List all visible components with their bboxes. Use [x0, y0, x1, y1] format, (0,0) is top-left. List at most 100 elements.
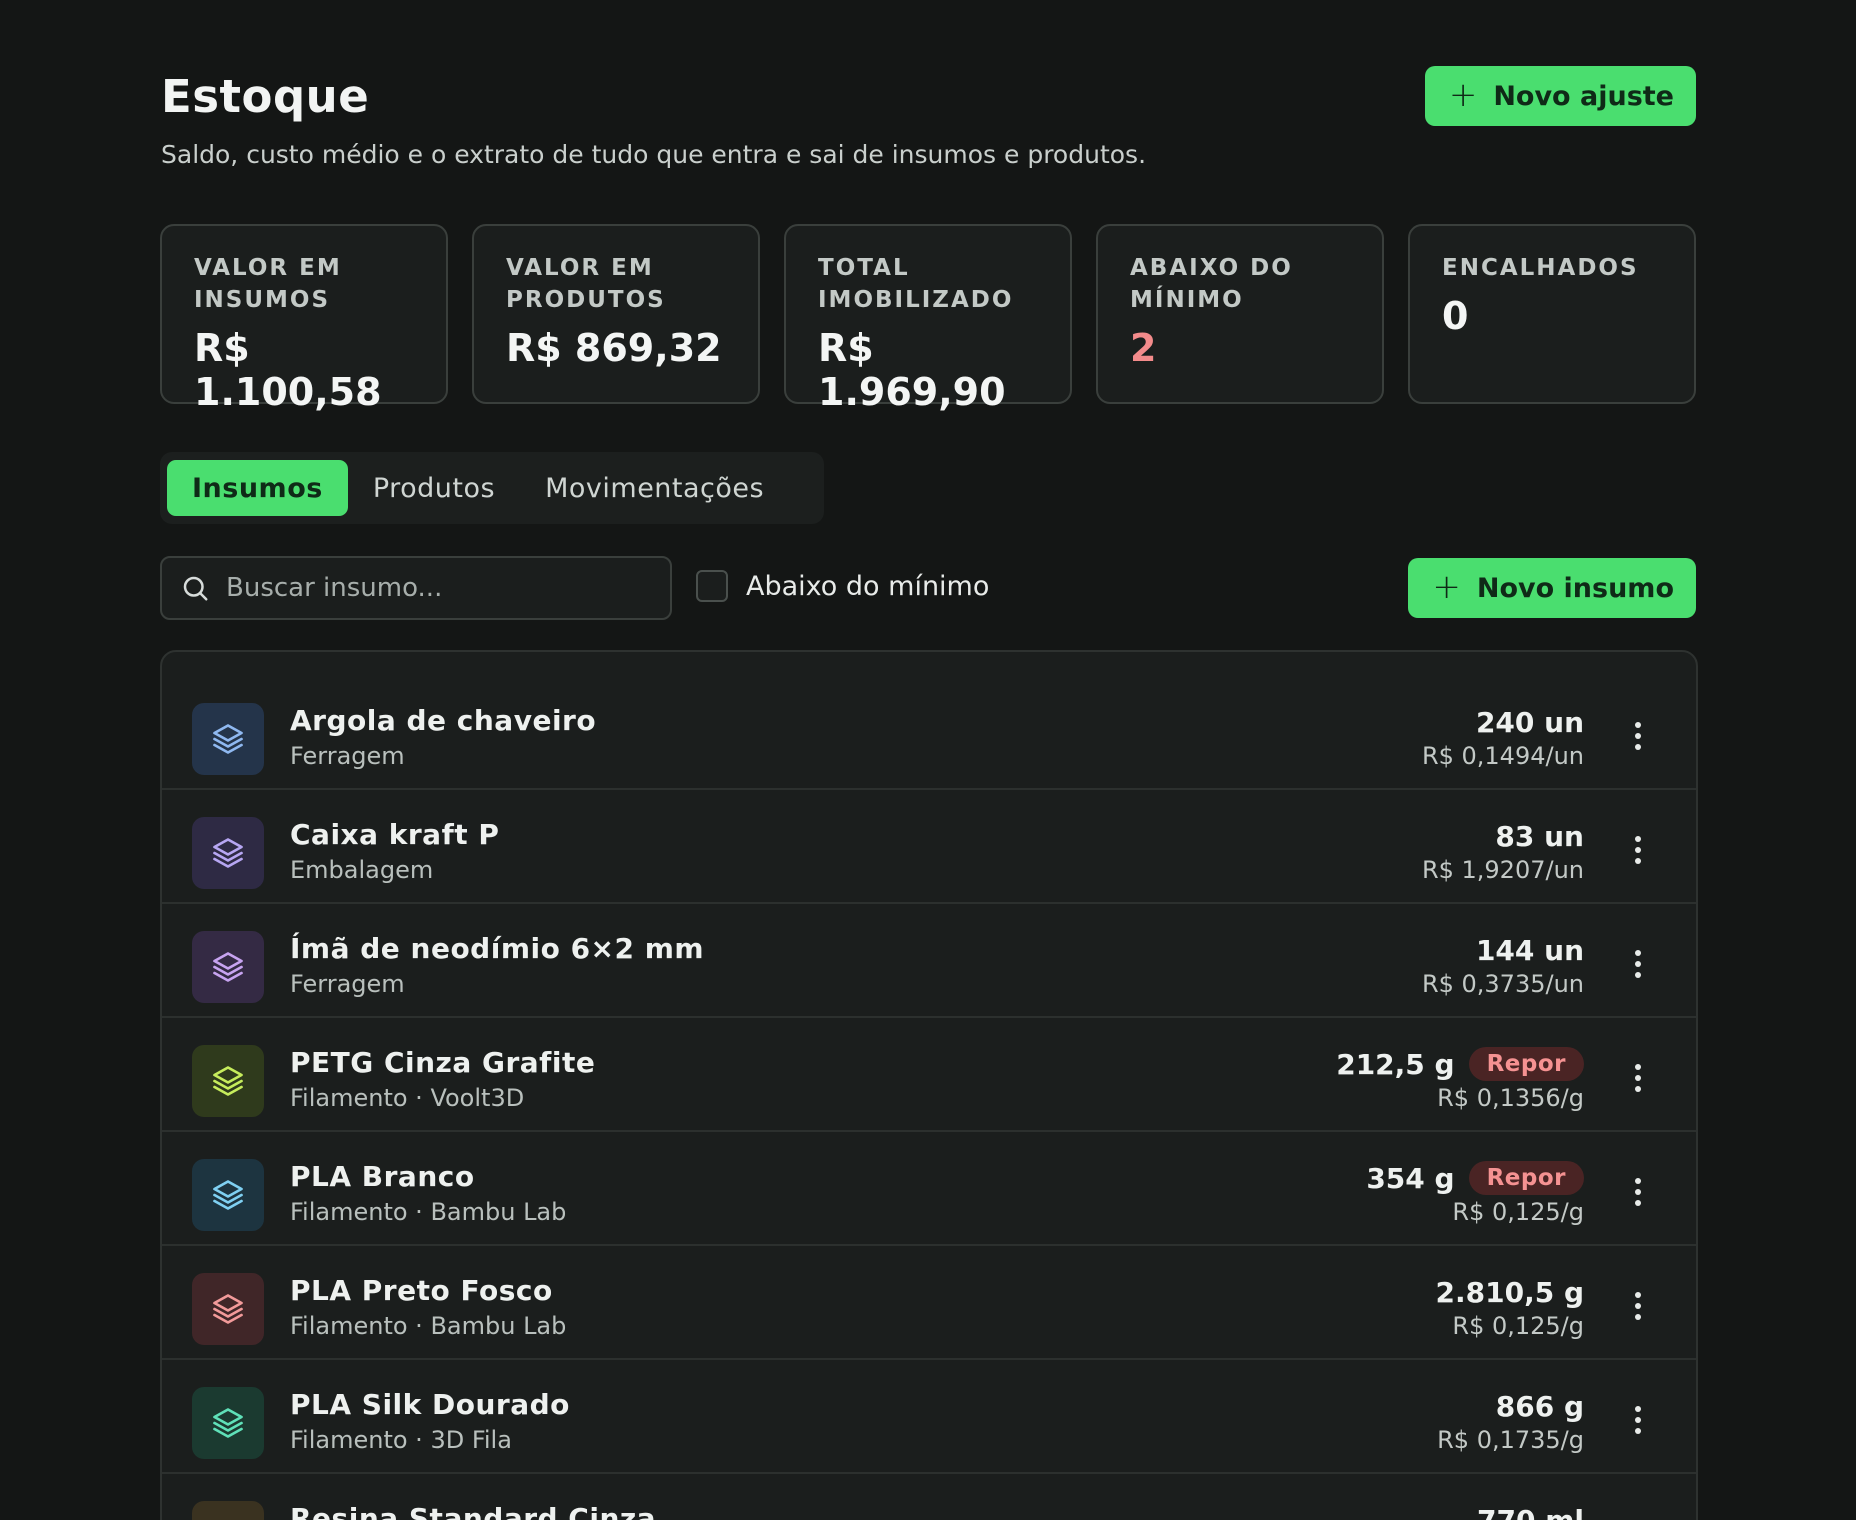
layers-icon	[192, 931, 264, 1003]
more-options-icon[interactable]	[1632, 1172, 1644, 1212]
item-stock: 240 un R$ 0,1494/un	[1421, 704, 1584, 771]
list-item[interactable]: Ímã de neodímio 6×2 mm Ferragem 144 un R$ 0…	[162, 904, 1696, 1018]
more-options-icon[interactable]	[1632, 944, 1644, 984]
tab-movimentacoes[interactable]: Movimentações	[520, 460, 789, 516]
stat-value: R$ 869,32	[506, 326, 722, 370]
item-name: PLA Preto Fosco	[290, 1274, 553, 1307]
item-category: Ferragem	[290, 970, 405, 998]
stat-card: Encalhados 0	[1408, 224, 1696, 404]
item-quantity: 212,5 g	[1336, 1047, 1455, 1081]
item-quantity: 83 un	[1495, 819, 1584, 853]
below-minimum-checkbox[interactable]	[696, 570, 728, 602]
below-minimum-label: Abaixo do mínimo	[746, 570, 990, 602]
item-quantity: 866 g	[1495, 1389, 1584, 1423]
stat-label: Valor em produtos	[506, 255, 666, 313]
list-item[interactable]: Resina Standard Cinza 770 ml	[162, 1474, 1696, 1520]
item-stock: 83 un R$ 1,9207/un	[1421, 818, 1584, 885]
list-item[interactable]: Caixa kraft P Embalagem 83 un R$ 1,9207/un	[162, 790, 1696, 904]
item-unit-cost: R$ 0,3735/un	[1421, 970, 1584, 998]
stat-label: Valor em insumos	[194, 255, 342, 313]
tab-insumos[interactable]: Insumos	[167, 460, 348, 516]
quantity-line: 866 g	[1496, 1388, 1584, 1424]
item-name: Resina Standard Cinza	[290, 1502, 657, 1520]
stat-label: Total imobilizado	[818, 255, 1014, 313]
restock-badge: Repor	[1468, 1161, 1584, 1195]
item-unit-cost: R$ 0,1735/g	[1437, 1426, 1584, 1454]
tab-bar: Insumos Produtos Movimentações	[160, 452, 824, 524]
stat-value: R$ 1.100,58	[194, 326, 382, 414]
more-options-icon[interactable]	[1632, 1514, 1644, 1520]
new-adjust-button[interactable]: + Novo ajuste	[1424, 66, 1696, 126]
item-name: Caixa kraft P	[290, 818, 500, 851]
inventory-page: Estoque Saldo, custo médio e o extrato d…	[0, 0, 1856, 1520]
page-title: Estoque	[161, 70, 370, 123]
layers-icon	[192, 1045, 264, 1117]
new-supply-label: Novo insumo	[1476, 572, 1674, 604]
item-name: Ímã de neodímio 6×2 mm	[290, 932, 705, 965]
more-options-icon[interactable]	[1632, 1286, 1644, 1326]
item-name: PLA Branco	[290, 1160, 475, 1193]
stat-label: Abaixo do mínimo	[1130, 255, 1293, 313]
stat-card: Valor em insumos R$ 1.100,58	[160, 224, 448, 414]
more-options-icon[interactable]	[1632, 1400, 1644, 1440]
more-options-icon[interactable]	[1632, 716, 1644, 756]
item-name: PETG Cinza Grafite	[290, 1046, 596, 1079]
layers-icon	[192, 1273, 264, 1345]
search-icon	[183, 576, 208, 601]
list-item[interactable]: PLA Silk Dourado Filamento · 3D Fila 866 g…	[162, 1360, 1696, 1474]
quantity-line: 144 un	[1476, 932, 1584, 968]
search-box[interactable]	[160, 556, 672, 620]
search-input[interactable]	[226, 573, 646, 603]
quantity-line: 770 ml	[1477, 1502, 1584, 1520]
stat-value: 0	[1442, 294, 1469, 338]
new-supply-button[interactable]: + Novo insumo	[1408, 558, 1696, 618]
list-item[interactable]: PETG Cinza Grafite Filamento · Voolt3D 212…	[162, 1018, 1696, 1132]
quantity-line: 354 g Repor	[1366, 1160, 1584, 1196]
more-options-icon[interactable]	[1632, 830, 1644, 870]
item-category: Filamento · Bambu Lab	[290, 1312, 567, 1340]
plus-icon: +	[1448, 74, 1478, 115]
page-header: Estoque Saldo, custo médio e o extrato d…	[160, 60, 1696, 180]
item-quantity: 770 ml	[1477, 1503, 1584, 1520]
item-category: Ferragem	[290, 742, 405, 770]
stat-card: Abaixo do mínimo 2	[1096, 224, 1384, 404]
quantity-line: 240 un	[1476, 704, 1584, 740]
item-category: Filamento · 3D Fila	[290, 1426, 512, 1454]
plus-icon: +	[1432, 566, 1461, 607]
item-unit-cost: R$ 0,1356/g	[1437, 1084, 1584, 1112]
item-stock: 770 ml	[1477, 1502, 1584, 1520]
item-stock: 354 g Repor R$ 0,125/g	[1366, 1160, 1584, 1226]
item-unit-cost: R$ 0,1494/un	[1421, 742, 1584, 770]
item-category: Embalagem	[290, 856, 434, 884]
tab-produtos[interactable]: Produtos	[348, 460, 520, 516]
item-quantity: 240 un	[1475, 705, 1584, 739]
more-options-icon[interactable]	[1632, 1058, 1644, 1098]
item-quantity: 2.810,5 g	[1435, 1275, 1584, 1309]
item-category: Filamento · Bambu Lab	[290, 1198, 567, 1226]
item-category: Filamento · Voolt3D	[290, 1084, 525, 1112]
supply-list: Argola de chaveiro Ferragem 240 un R$ 0,149…	[160, 650, 1698, 1520]
item-unit-cost: R$ 0,125/g	[1452, 1198, 1584, 1226]
item-name: PLA Silk Dourado	[290, 1388, 570, 1421]
item-name: Argola de chaveiro	[290, 704, 597, 737]
list-item[interactable]: PLA Branco Filamento · Bambu Lab 354 g Repo…	[162, 1132, 1696, 1246]
item-stock: 144 un R$ 0,3735/un	[1421, 932, 1584, 999]
stat-card: Total imobilizado R$ 1.969,90	[784, 224, 1072, 414]
stat-value: R$ 1.969,90	[818, 326, 1006, 414]
item-quantity: 354 g	[1366, 1161, 1455, 1195]
list-item[interactable]: Argola de chaveiro Ferragem 240 un R$ 0,149…	[162, 676, 1696, 790]
new-adjust-label: Novo ajuste	[1493, 80, 1674, 112]
item-quantity: 144 un	[1475, 933, 1584, 967]
item-unit-cost: R$ 1,9207/un	[1421, 856, 1584, 884]
below-minimum-filter[interactable]: Abaixo do mínimo	[696, 570, 989, 602]
stat-card: Valor em produtos R$ 869,32	[472, 224, 760, 404]
restock-badge: Repor	[1468, 1047, 1584, 1081]
quantity-line: 212,5 g Repor	[1336, 1046, 1584, 1082]
list-item[interactable]: PLA Preto Fosco Filamento · Bambu Lab 2.81…	[162, 1246, 1696, 1360]
stat-label: Encalhados	[1442, 255, 1639, 281]
item-stock: 212,5 g Repor R$ 0,1356/g	[1336, 1046, 1584, 1112]
stat-value: 2	[1130, 326, 1157, 370]
layers-icon	[192, 817, 264, 889]
page-subtitle: Saldo, custo médio e o extrato de tudo q…	[161, 140, 1147, 169]
layers-icon	[192, 703, 264, 775]
